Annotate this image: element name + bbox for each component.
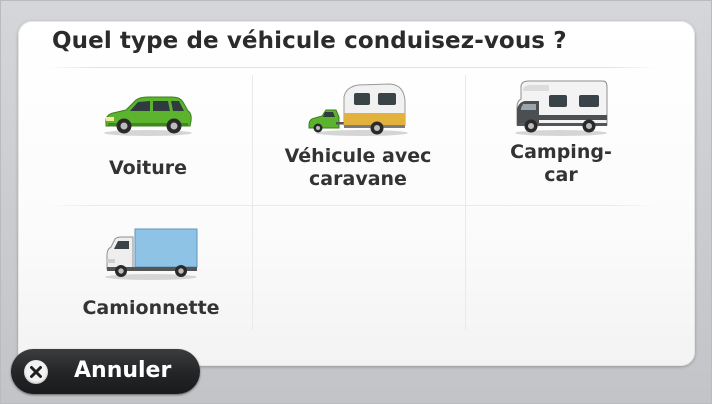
close-icon: [24, 360, 48, 384]
vehicle-option-label: Camping- car: [510, 141, 612, 186]
car-icon: [104, 96, 192, 136]
car-with-caravan-icon: [308, 83, 408, 136]
title-divider: [47, 67, 657, 68]
vehicle-option-camper-van[interactable]: Camping- car: [461, 77, 661, 187]
van-icon: [105, 228, 198, 280]
cancel-button[interactable]: Annuler: [11, 349, 200, 394]
cancel-button-label: Annuler: [74, 358, 172, 383]
dialog-title: Quel type de véhicule conduisez-vous ?: [52, 28, 567, 54]
navigation-screen: Quel type de véhicule conduisez-vous ? V…: [0, 0, 712, 404]
grid-divider: [252, 75, 253, 330]
vehicle-option-car-with-caravan[interactable]: Véhicule avec caravane: [258, 79, 458, 191]
grid-divider: [47, 205, 657, 206]
vehicle-option-label: Voiture: [108, 157, 188, 179]
vehicle-option-car[interactable]: Voiture: [48, 93, 248, 180]
camper-van-icon: [515, 80, 608, 136]
vehicle-option-label: Camionnette: [82, 297, 220, 319]
vehicle-option-label: Véhicule avec caravane: [284, 145, 432, 190]
vehicle-option-van[interactable]: Camionnette: [51, 225, 251, 320]
